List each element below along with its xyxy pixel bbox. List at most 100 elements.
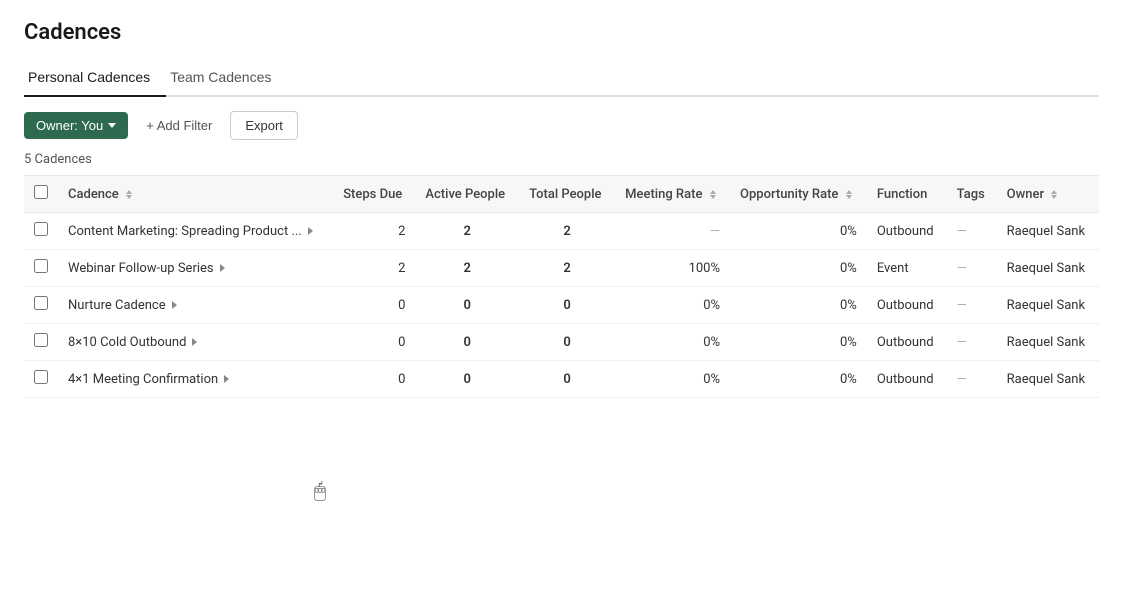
owner-filter-label: Owner: You [36, 118, 103, 133]
row-checkbox[interactable] [34, 333, 48, 347]
steps-due-cell: 0 [333, 287, 415, 324]
owner-cell: Raequel Sank [997, 250, 1099, 287]
expand-row-icon[interactable] [308, 227, 313, 235]
steps-due-cell: 0 [333, 324, 415, 361]
tags-value: — [957, 224, 967, 239]
active-people-cell: 2 [415, 250, 519, 287]
opportunity-rate-cell: 0% [730, 250, 867, 287]
function-cell: Outbound [867, 324, 947, 361]
steps-due-cell: 2 [333, 250, 415, 287]
page-title: Cadences [24, 20, 1099, 45]
row-checkbox-cell[interactable] [24, 213, 58, 250]
row-checkbox-cell[interactable] [24, 250, 58, 287]
row-checkbox-cell[interactable] [24, 287, 58, 324]
col-header-tags: Tags [947, 176, 997, 213]
table-row: 8×10 Cold Outbound0000%0%Outbound—Raeque… [24, 324, 1099, 361]
expand-row-icon[interactable] [224, 375, 229, 383]
meeting-rate-value: — [710, 224, 720, 239]
cadence-name-cell[interactable]: 8×10 Cold Outbound [58, 324, 333, 361]
row-checkbox[interactable] [34, 370, 48, 384]
tags-cell: — [947, 361, 997, 398]
col-header-function: Function [867, 176, 947, 213]
opportunity-rate-sort-icon [846, 190, 852, 199]
tags-cell: — [947, 287, 997, 324]
table-row: Webinar Follow-up Series222100%0%Event—R… [24, 250, 1099, 287]
row-checkbox[interactable] [34, 259, 48, 273]
tags-value: — [957, 298, 967, 313]
active-people-cell: 0 [415, 324, 519, 361]
total-people-cell: 0 [519, 361, 615, 398]
cadences-table: Cadence Steps Due Active People Total Pe… [24, 175, 1099, 398]
row-checkbox[interactable] [34, 296, 48, 310]
meeting-rate-sort-icon [710, 190, 716, 199]
total-people-cell: 2 [519, 213, 615, 250]
tab-team-cadences[interactable]: Team Cadences [166, 61, 287, 97]
cadence-name-cell[interactable]: Webinar Follow-up Series [58, 250, 333, 287]
cadences-count: 5 Cadences [24, 152, 1099, 167]
owner-cell: Raequel Sank [997, 213, 1099, 250]
active-people-cell: 2 [415, 213, 519, 250]
row-checkbox-cell[interactable] [24, 361, 58, 398]
total-people-cell: 0 [519, 324, 615, 361]
cadence-name-text: Webinar Follow-up Series [68, 261, 214, 276]
expand-row-icon[interactable] [172, 301, 177, 309]
toolbar: Owner: You + Add Filter Export [24, 111, 1099, 140]
tabs-container: Personal Cadences Team Cadences [24, 61, 1099, 97]
tags-cell: — [947, 250, 997, 287]
select-all-cell[interactable] [24, 176, 58, 213]
page-container: Cadences Personal Cadences Team Cadences… [0, 0, 1123, 602]
row-checkbox[interactable] [34, 222, 48, 236]
owner-cell: Raequel Sank [997, 361, 1099, 398]
cadence-name-text: 4×1 Meeting Confirmation [68, 372, 218, 387]
row-checkbox-cell[interactable] [24, 324, 58, 361]
col-header-total-people: Total People [519, 176, 615, 213]
tags-value: — [957, 261, 967, 276]
owner-filter-button[interactable]: Owner: You [24, 112, 128, 139]
select-all-checkbox[interactable] [34, 185, 48, 199]
function-cell: Outbound [867, 213, 947, 250]
col-header-cadence[interactable]: Cadence [58, 176, 333, 213]
active-people-cell: 0 [415, 361, 519, 398]
col-header-steps-due: Steps Due [333, 176, 415, 213]
tags-cell: — [947, 324, 997, 361]
cadence-name-cell[interactable]: Content Marketing: Spreading Product ... [58, 213, 333, 250]
col-header-active-people: Active People [415, 176, 519, 213]
meeting-rate-cell: 100% [615, 250, 730, 287]
meeting-rate-cell: 0% [615, 361, 730, 398]
table-header-row: Cadence Steps Due Active People Total Pe… [24, 176, 1099, 213]
col-header-meeting-rate[interactable]: Meeting Rate [615, 176, 730, 213]
cadence-name-text: Content Marketing: Spreading Product ... [68, 224, 302, 239]
cursor-area: 🖱 [24, 398, 1099, 582]
opportunity-rate-cell: 0% [730, 213, 867, 250]
tags-value: — [957, 372, 967, 387]
function-cell: Event [867, 250, 947, 287]
total-people-cell: 0 [519, 287, 615, 324]
cadence-sort-icon [126, 190, 132, 199]
active-people-cell: 0 [415, 287, 519, 324]
owner-cell: Raequel Sank [997, 324, 1099, 361]
cursor-icon: 🖱 [314, 478, 326, 502]
opportunity-rate-cell: 0% [730, 324, 867, 361]
owner-sort-icon [1051, 190, 1057, 199]
export-button[interactable]: Export [230, 111, 298, 140]
cadence-name-cell[interactable]: 4×1 Meeting Confirmation [58, 361, 333, 398]
total-people-cell: 2 [519, 250, 615, 287]
col-header-owner[interactable]: Owner [997, 176, 1099, 213]
meeting-rate-cell: 0% [615, 287, 730, 324]
meeting-rate-cell: 0% [615, 324, 730, 361]
table-row: 4×1 Meeting Confirmation0000%0%Outbound—… [24, 361, 1099, 398]
cadence-name-text: Nurture Cadence [68, 298, 166, 313]
table-body: Content Marketing: Spreading Product ...… [24, 213, 1099, 398]
cadence-name-text: 8×10 Cold Outbound [68, 335, 186, 350]
chevron-down-icon [108, 123, 116, 128]
meeting-rate-cell: — [615, 213, 730, 250]
function-cell: Outbound [867, 287, 947, 324]
expand-row-icon[interactable] [220, 264, 225, 272]
tags-value: — [957, 335, 967, 350]
col-header-opportunity-rate[interactable]: Opportunity Rate [730, 176, 867, 213]
cadence-name-cell[interactable]: Nurture Cadence [58, 287, 333, 324]
expand-row-icon[interactable] [192, 338, 197, 346]
steps-due-cell: 2 [333, 213, 415, 250]
tab-personal-cadences[interactable]: Personal Cadences [24, 61, 166, 97]
add-filter-button[interactable]: + Add Filter [138, 112, 220, 139]
